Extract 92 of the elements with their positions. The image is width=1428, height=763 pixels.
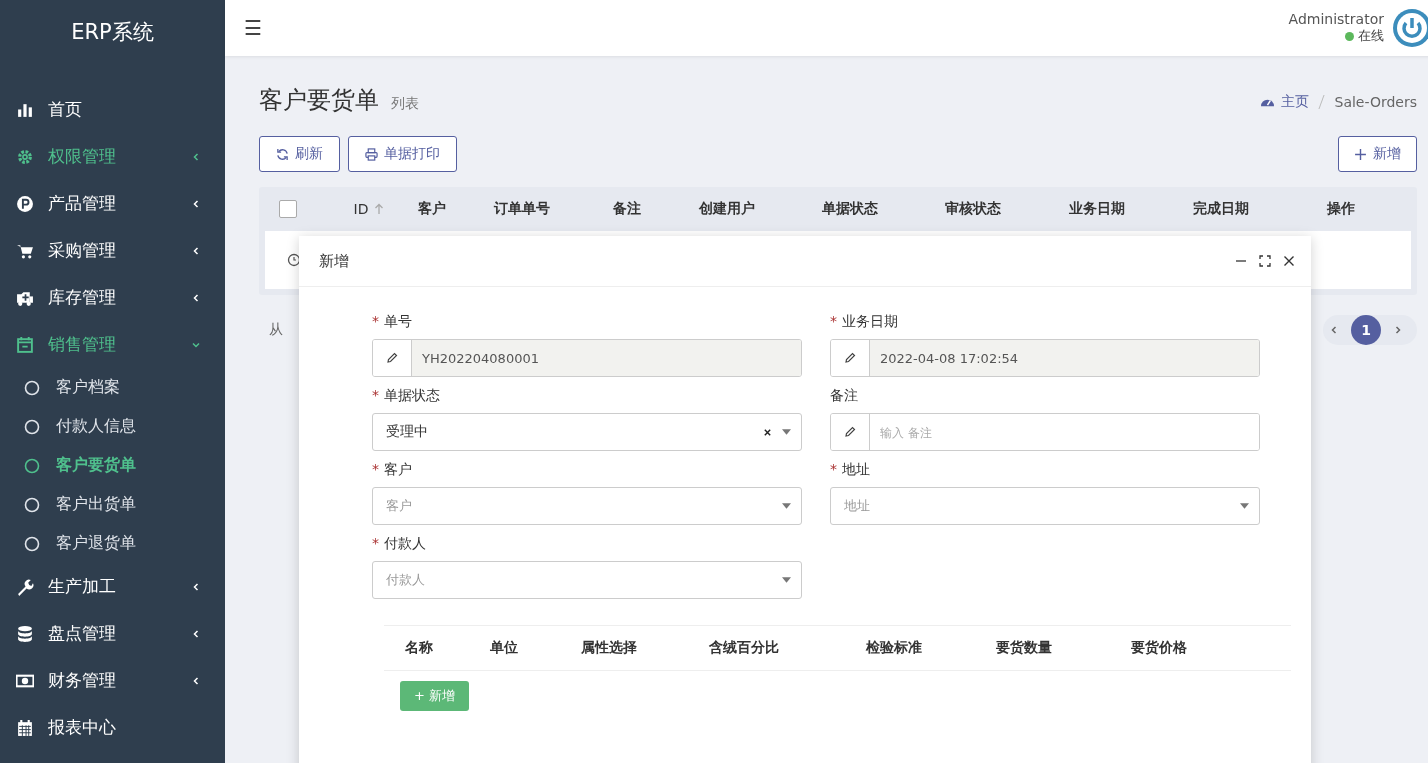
column-header[interactable]: 单据状态 bbox=[777, 200, 923, 218]
input-field[interactable]: 2022-04-08 17:02:54 bbox=[830, 339, 1260, 377]
refresh-button[interactable]: 刷新 bbox=[259, 136, 340, 172]
sidebar-subitem[interactable]: 客户要货单 bbox=[0, 446, 225, 485]
user-name: Administrator bbox=[1288, 11, 1384, 27]
required-mark: * bbox=[372, 313, 379, 329]
required-mark: * bbox=[372, 535, 379, 551]
sidebar-subitem[interactable]: 客户退货单 bbox=[0, 524, 225, 563]
close-icon[interactable] bbox=[1283, 255, 1295, 267]
app-title: ERP系统 bbox=[70, 19, 155, 46]
caret-icon bbox=[782, 429, 791, 435]
column-header: 单位 bbox=[489, 639, 519, 657]
column-header: 属性选择 bbox=[580, 639, 638, 657]
printer-icon bbox=[365, 147, 378, 161]
column-header: 要货数量 bbox=[995, 639, 1053, 657]
sidebar-subitem[interactable]: 客户档案 bbox=[0, 368, 225, 407]
input-field[interactable]: 输入 备注 bbox=[830, 413, 1260, 451]
breadcrumb-link[interactable]: 主页 bbox=[1280, 92, 1309, 111]
pencil-icon bbox=[843, 351, 857, 365]
database-icon bbox=[16, 624, 34, 643]
column-header[interactable]: 订单单号 bbox=[467, 200, 577, 218]
column-header[interactable]: 业务日期 bbox=[1023, 200, 1171, 218]
column-header[interactable]: 完成日期 bbox=[1171, 200, 1271, 218]
column-header[interactable]: 操作 bbox=[1271, 200, 1411, 218]
wrench-icon bbox=[16, 577, 34, 596]
calendar-grid-icon bbox=[16, 718, 34, 737]
plus-icon bbox=[1354, 147, 1367, 161]
column-header[interactable]: 备注 bbox=[577, 200, 677, 218]
dialog-title: 新增 bbox=[319, 251, 349, 271]
select-all-checkbox[interactable] bbox=[279, 200, 297, 218]
sidebar-item[interactable]: 产品管理 bbox=[0, 180, 225, 227]
caret-icon bbox=[1240, 503, 1249, 509]
column-header[interactable]: 审核状态 bbox=[923, 200, 1023, 218]
refresh-icon bbox=[276, 147, 289, 161]
field-label-text: 单号 bbox=[384, 313, 412, 329]
page-title: 客户要货单 bbox=[259, 85, 379, 116]
sidebar-item[interactable]: 权限管理 bbox=[0, 133, 225, 180]
field-label-text: 单据状态 bbox=[384, 387, 440, 403]
calendar-icon bbox=[16, 335, 34, 354]
field-label-text: 备注 bbox=[830, 387, 858, 403]
menu-button[interactable]: ☰ bbox=[243, 16, 263, 40]
clock-icon bbox=[287, 253, 301, 267]
required-mark: * bbox=[372, 461, 379, 477]
sidebar-item[interactable]: 库存管理 bbox=[0, 274, 225, 321]
column-header: 含绒百分比 bbox=[708, 639, 780, 657]
p-circle-icon bbox=[16, 194, 34, 213]
circle-icon bbox=[24, 535, 40, 552]
input-field[interactable]: YH202204080001 bbox=[372, 339, 802, 377]
pencil-icon bbox=[385, 351, 399, 365]
add-button[interactable]: 新增 bbox=[1338, 136, 1417, 172]
field-label-text: 地址 bbox=[842, 461, 870, 477]
required-mark: * bbox=[830, 461, 837, 477]
sidebar-item[interactable]: 销售管理 bbox=[0, 321, 225, 368]
pagination-info: 从 bbox=[269, 321, 283, 339]
circle-icon bbox=[24, 379, 40, 396]
power-avatar-icon[interactable] bbox=[1392, 8, 1428, 48]
column-header[interactable]: 创建用户 bbox=[677, 200, 777, 218]
caret-icon bbox=[782, 577, 791, 583]
select-field[interactable]: 受理中 bbox=[372, 413, 802, 451]
sidebar-item[interactable]: 报表中心 bbox=[0, 704, 225, 751]
status-label: 在线 bbox=[1358, 27, 1384, 45]
breadcrumb-link[interactable]: Sale-Orders bbox=[1334, 93, 1417, 110]
circle-icon bbox=[24, 418, 40, 435]
circle-icon bbox=[24, 496, 40, 513]
clear-icon[interactable] bbox=[763, 427, 772, 437]
pencil-icon bbox=[843, 425, 857, 439]
required-mark: * bbox=[830, 313, 837, 329]
column-header: 要货价格 bbox=[1130, 639, 1188, 657]
maximize-icon[interactable] bbox=[1259, 255, 1271, 267]
sidebar-item[interactable]: 生产加工 bbox=[0, 563, 225, 610]
column-header: 名称 bbox=[404, 639, 434, 657]
column-header[interactable]: 客户 bbox=[397, 200, 467, 218]
column-header: 检验标准 bbox=[865, 639, 923, 657]
field-label-text: 业务日期 bbox=[842, 313, 898, 329]
field-label-text: 客户 bbox=[384, 461, 412, 477]
sidebar-item[interactable]: 盘点管理 bbox=[0, 610, 225, 657]
page-subtitle: 列表 bbox=[391, 95, 419, 113]
print-button[interactable]: 单据打印 bbox=[348, 136, 457, 172]
field-label-text: 付款人 bbox=[384, 535, 426, 551]
sidebar-subitem[interactable]: 客户出货单 bbox=[0, 485, 225, 524]
caret-icon bbox=[782, 503, 791, 509]
sidebar-subitem[interactable]: 付款人信息 bbox=[0, 407, 225, 446]
circle-icon bbox=[24, 457, 40, 474]
gear-icon bbox=[16, 147, 34, 166]
required-mark: * bbox=[372, 387, 379, 403]
next-page-icon[interactable] bbox=[1393, 325, 1403, 335]
page-number[interactable]: 1 bbox=[1351, 315, 1381, 345]
sidebar-item[interactable]: 采购管理 bbox=[0, 227, 225, 274]
sidebar-item[interactable]: 财务管理 bbox=[0, 657, 225, 704]
sidebar-item[interactable]: 首页 bbox=[0, 86, 225, 133]
previous-page-icon[interactable] bbox=[1329, 325, 1339, 335]
column-header[interactable]: ID bbox=[341, 201, 397, 217]
